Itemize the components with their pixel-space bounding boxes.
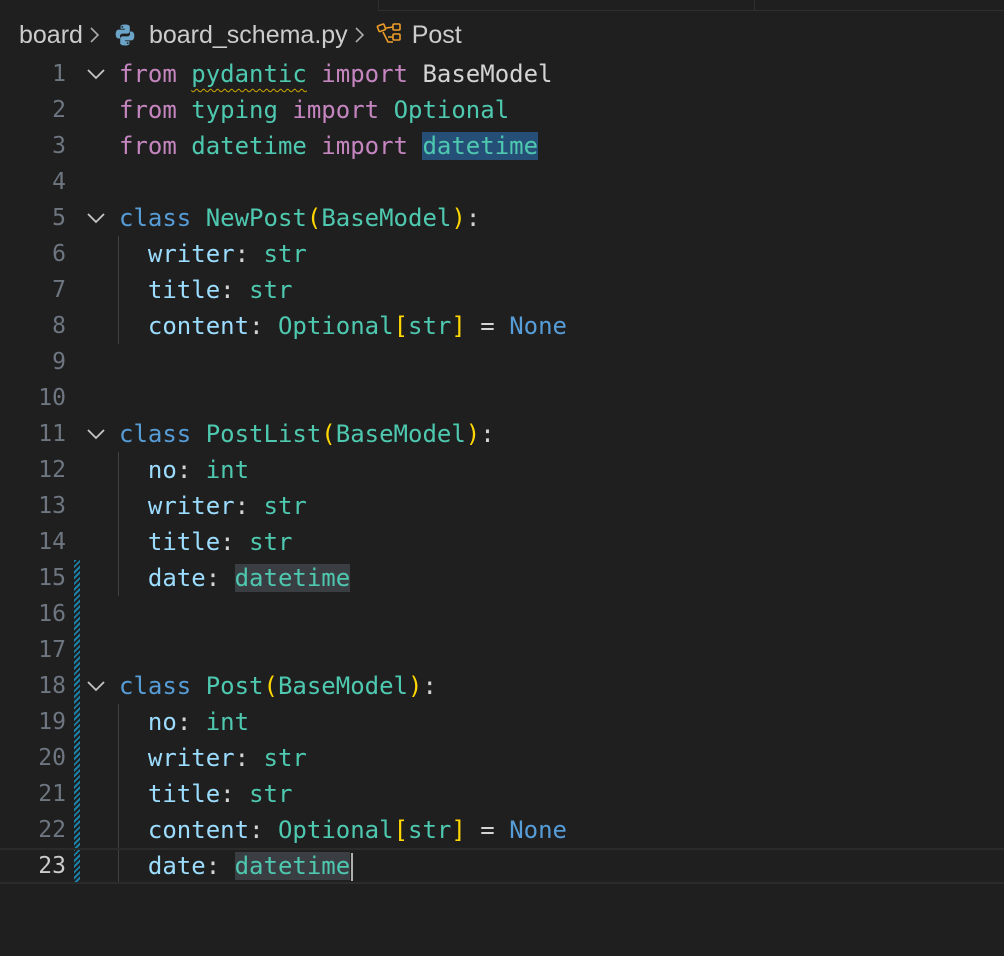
code-line[interactable]: 17 xyxy=(0,632,1004,668)
line-number: 7 xyxy=(52,277,66,303)
line-number: 23 xyxy=(38,853,66,879)
line-number: 22 xyxy=(38,817,66,843)
code-line[interactable]: 18 class Post(BaseModel): xyxy=(0,668,1004,704)
chevron-right-icon xyxy=(83,18,111,52)
code-line[interactable]: 20 writer: str xyxy=(0,740,1004,776)
line-number: 19 xyxy=(38,709,66,735)
breadcrumb-symbol[interactable]: Post xyxy=(412,21,462,50)
code-text: writer: str xyxy=(147,492,307,520)
code-line[interactable]: 6 writer: str xyxy=(0,236,1004,272)
line-number: 3 xyxy=(52,133,66,159)
code-line[interactable]: 14 title: str xyxy=(0,524,1004,560)
code-text: from pydantic import BaseModel xyxy=(119,60,553,88)
fold-chevron-icon[interactable] xyxy=(85,424,107,444)
fold-chevron-icon[interactable] xyxy=(85,64,107,84)
code-line[interactable]: 15 date: datetime xyxy=(0,560,1004,596)
code-line[interactable]: 5 class NewPost(BaseModel): xyxy=(0,200,1004,236)
editor-tab[interactable] xyxy=(754,0,1004,11)
text-cursor xyxy=(351,853,354,881)
line-number: 14 xyxy=(38,529,66,555)
code-line[interactable]: 4 xyxy=(0,164,1004,200)
code-text: no: int xyxy=(147,456,250,484)
line-number: 8 xyxy=(52,313,66,339)
line-number: 17 xyxy=(38,637,66,663)
code-line[interactable]: 22 content: Optional[str] = None xyxy=(0,812,1004,848)
code-line[interactable]: 8 content: Optional[str] = None xyxy=(0,308,1004,344)
code-line-current[interactable]: 23 date: datetime xyxy=(0,848,1004,884)
fold-chevron-icon[interactable] xyxy=(85,208,107,228)
code-line[interactable]: 10 xyxy=(0,380,1004,416)
line-number: 4 xyxy=(52,169,66,195)
line-number: 12 xyxy=(38,457,66,483)
word-highlight: datetime xyxy=(234,564,351,592)
code-line[interactable]: 11 class PostList(BaseModel): xyxy=(0,416,1004,452)
code-text: content: Optional[str] = None xyxy=(147,816,567,844)
code-text: writer: str xyxy=(147,240,307,268)
code-line[interactable]: 1 from pydantic import BaseModel xyxy=(0,56,1004,92)
code-text: from typing import Optional xyxy=(119,96,510,124)
class-symbol-icon xyxy=(376,22,404,48)
line-number: 11 xyxy=(38,421,66,447)
code-text: writer: str xyxy=(147,744,307,772)
line-number: 6 xyxy=(52,241,66,267)
line-number: 20 xyxy=(38,745,66,771)
code-text: title: str xyxy=(147,528,293,556)
code-text: date: datetime xyxy=(119,850,354,882)
code-line[interactable]: 21 title: str xyxy=(0,776,1004,812)
line-number: 13 xyxy=(38,493,66,519)
code-text: class PostList(BaseModel): xyxy=(119,420,495,448)
code-line[interactable]: 7 title: str xyxy=(0,272,1004,308)
code-line[interactable]: 9 xyxy=(0,344,1004,380)
code-text: class Post(BaseModel): xyxy=(119,672,437,700)
code-text: title: str xyxy=(147,276,293,304)
code-line[interactable]: 16 xyxy=(0,596,1004,632)
code-text: date: datetime xyxy=(147,564,351,592)
code-line[interactable]: 13 writer: str xyxy=(0,488,1004,524)
code-text: content: Optional[str] = None xyxy=(147,312,567,340)
line-number: 1 xyxy=(52,61,66,87)
line-number: 9 xyxy=(52,349,66,375)
code-line[interactable]: 2 from typing import Optional xyxy=(0,92,1004,128)
code-text: class NewPost(BaseModel): xyxy=(119,204,481,232)
line-number: 15 xyxy=(38,565,66,591)
code-text: from datetime import datetime xyxy=(119,132,539,160)
line-number: 10 xyxy=(38,385,66,411)
chevron-right-icon xyxy=(348,18,376,52)
python-file-icon xyxy=(113,23,137,47)
code-line[interactable]: 12 no: int xyxy=(0,452,1004,488)
selected-text: datetime xyxy=(422,132,539,160)
code-line[interactable]: 3 from datetime import datetime xyxy=(0,128,1004,164)
breadcrumb-file[interactable]: board_schema.py xyxy=(149,21,348,50)
code-text: title: str xyxy=(147,780,293,808)
line-number: 18 xyxy=(38,673,66,699)
code-line[interactable]: 19 no: int xyxy=(0,704,1004,740)
breadcrumb-folder[interactable]: board xyxy=(19,21,83,50)
line-number: 21 xyxy=(38,781,66,807)
line-number: 2 xyxy=(52,97,66,123)
tab-bar-remnant xyxy=(0,0,1004,11)
word-highlight: datetime xyxy=(234,852,351,880)
unresolved-import-warning: pydantic xyxy=(191,60,307,88)
breadcrumb: board board_schema.py Post xyxy=(19,18,462,52)
fold-chevron-icon[interactable] xyxy=(85,676,107,696)
editor-tab[interactable] xyxy=(378,0,755,11)
line-number: 5 xyxy=(52,205,66,231)
line-number: 16 xyxy=(38,601,66,627)
code-text: no: int xyxy=(147,708,250,736)
